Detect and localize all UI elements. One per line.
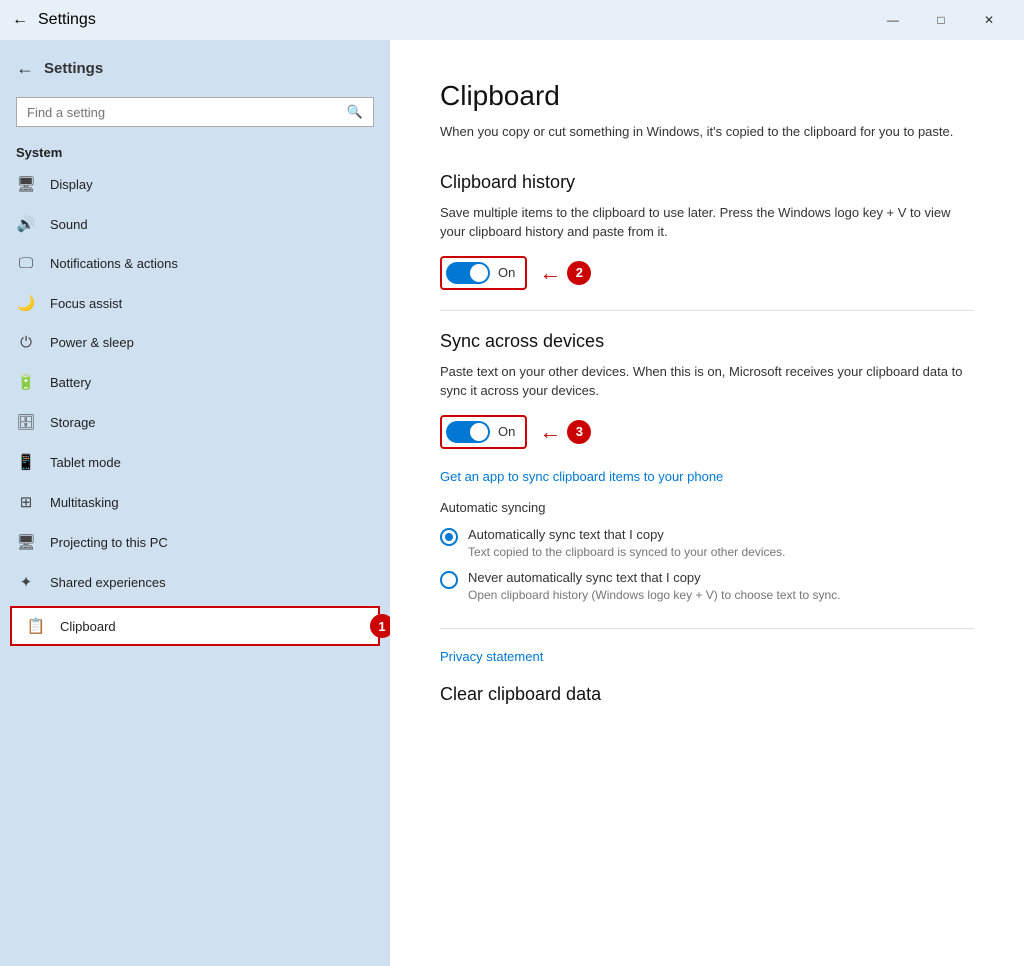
projecting-icon: 🖥: [16, 533, 36, 551]
sidebar-item-label: Sound: [50, 217, 374, 232]
sidebar-header: ← Settings: [0, 40, 390, 89]
sidebar-item-power[interactable]: ⏻ Power & sleep: [0, 323, 390, 362]
clipboard-icon: 📋: [26, 617, 46, 635]
window-controls: — □ ✕: [870, 4, 1012, 36]
radio-never-sync-sublabel: Open clipboard history (Windows logo key…: [468, 587, 841, 604]
minimize-button[interactable]: —: [870, 4, 916, 36]
focus-icon: 🌙: [16, 294, 36, 312]
sidebar-item-notifications[interactable]: 🖵 Notifications & actions: [0, 244, 390, 283]
divider-1: [440, 310, 974, 311]
display-icon: 🖥: [16, 175, 36, 193]
sync-devices-desc: Paste text on your other devices. When t…: [440, 362, 974, 401]
annotation-2: ← 2: [539, 260, 591, 286]
page-subtitle: When you copy or cut something in Window…: [440, 122, 974, 142]
close-button[interactable]: ✕: [966, 4, 1012, 36]
sidebar: ← Settings 🔍 System 🖥 Display 🔊 Sound 🖵 …: [0, 40, 390, 966]
main-panel: Clipboard When you copy or cut something…: [390, 40, 1024, 966]
red-arrow-icon-2: ←: [539, 419, 561, 445]
clipboard-history-toggle-container: On: [440, 256, 527, 290]
sidebar-item-sound[interactable]: 🔊 Sound: [0, 204, 390, 244]
sidebar-item-clipboard[interactable]: 📋 Clipboard 1: [10, 606, 380, 646]
sync-phone-link[interactable]: Get an app to sync clipboard items to yo…: [440, 469, 974, 484]
toggle-knob-2: [470, 423, 488, 441]
divider-2: [440, 628, 974, 629]
toggle-knob: [470, 264, 488, 282]
sidebar-item-label: Projecting to this PC: [50, 535, 374, 550]
clipboard-history-toggle-label: On: [498, 265, 515, 280]
radio-never-sync-text: Never automatically sync text that I cop…: [468, 570, 841, 604]
section-label: System: [0, 139, 390, 164]
badge-2: 2: [567, 261, 591, 285]
page-title: Clipboard: [440, 80, 974, 112]
power-icon: ⏻: [16, 334, 36, 351]
sidebar-item-multitasking[interactable]: ⊞ Multitasking: [0, 482, 390, 522]
battery-icon: 🔋: [16, 373, 36, 391]
multitasking-icon: ⊞: [16, 493, 36, 511]
sync-devices-toggle-container: On: [440, 415, 527, 449]
sync-devices-toggle[interactable]: [446, 421, 490, 443]
storage-icon: 🗄: [16, 413, 36, 431]
notifications-icon: 🖵: [16, 255, 36, 272]
sidebar-item-label: Display: [50, 177, 374, 192]
sidebar-item-tablet[interactable]: 📱 Tablet mode: [0, 442, 390, 482]
auto-sync-label: Automatic syncing: [440, 500, 974, 515]
title-bar-left: ← Settings: [12, 11, 96, 29]
sync-devices-toggle-row: On ← 3: [440, 415, 974, 449]
sidebar-item-label: Multitasking: [50, 495, 374, 510]
sync-devices-toggle-label: On: [498, 424, 515, 439]
sidebar-item-label: Tablet mode: [50, 455, 374, 470]
shared-icon: ✦: [16, 573, 36, 591]
search-box[interactable]: 🔍: [16, 97, 374, 127]
sidebar-back-arrow[interactable]: ←: [16, 58, 34, 79]
badge-3: 3: [567, 420, 591, 444]
content-area: ← Settings 🔍 System 🖥 Display 🔊 Sound 🖵 …: [0, 40, 1024, 966]
search-icon: 🔍: [347, 104, 363, 120]
annotation-3: ← 3: [539, 419, 591, 445]
app-title: Settings: [38, 11, 96, 29]
clear-clipboard-title: Clear clipboard data: [440, 684, 974, 705]
tablet-icon: 📱: [16, 453, 36, 471]
sidebar-app-title: Settings: [44, 60, 103, 77]
sync-devices-title: Sync across devices: [440, 331, 974, 352]
search-input[interactable]: [27, 105, 347, 120]
radio-auto-sync-sublabel: Text copied to the clipboard is synced t…: [468, 544, 786, 561]
sidebar-item-label: Power & sleep: [50, 335, 374, 350]
radio-never-sync[interactable]: Never automatically sync text that I cop…: [440, 570, 974, 604]
sidebar-item-label: Storage: [50, 415, 374, 430]
clipboard-history-title: Clipboard history: [440, 172, 974, 193]
red-arrow-icon: ←: [539, 260, 561, 286]
radio-auto-sync[interactable]: Automatically sync text that I copy Text…: [440, 527, 974, 561]
radio-auto-sync-circle[interactable]: [440, 528, 458, 546]
sidebar-item-storage[interactable]: 🗄 Storage: [0, 402, 390, 442]
sidebar-item-label: Clipboard: [60, 619, 364, 634]
radio-auto-sync-text: Automatically sync text that I copy Text…: [468, 527, 786, 561]
sidebar-item-battery[interactable]: 🔋 Battery: [0, 362, 390, 402]
clipboard-history-desc: Save multiple items to the clipboard to …: [440, 203, 974, 242]
radio-never-sync-circle[interactable]: [440, 571, 458, 589]
sidebar-item-label: Shared experiences: [50, 575, 374, 590]
sidebar-item-focus[interactable]: 🌙 Focus assist: [0, 283, 390, 323]
clipboard-history-toggle-row: On ← 2: [440, 256, 974, 290]
radio-never-sync-label: Never automatically sync text that I cop…: [468, 570, 841, 585]
sidebar-item-projecting[interactable]: 🖥 Projecting to this PC: [0, 522, 390, 562]
title-bar: ← Settings — □ ✕: [0, 0, 1024, 40]
badge-1: 1: [370, 614, 390, 638]
clipboard-history-toggle[interactable]: [446, 262, 490, 284]
privacy-link[interactable]: Privacy statement: [440, 649, 974, 664]
sidebar-item-shared[interactable]: ✦ Shared experiences: [0, 562, 390, 602]
back-icon[interactable]: ←: [12, 11, 28, 29]
radio-auto-sync-label: Automatically sync text that I copy: [468, 527, 786, 542]
sidebar-item-display[interactable]: 🖥 Display: [0, 164, 390, 204]
sidebar-item-label: Battery: [50, 375, 374, 390]
radio-group: Automatically sync text that I copy Text…: [440, 527, 974, 605]
restore-button[interactable]: □: [918, 4, 964, 36]
sidebar-item-label: Focus assist: [50, 296, 374, 311]
sound-icon: 🔊: [16, 215, 36, 233]
sidebar-item-label: Notifications & actions: [50, 256, 374, 271]
